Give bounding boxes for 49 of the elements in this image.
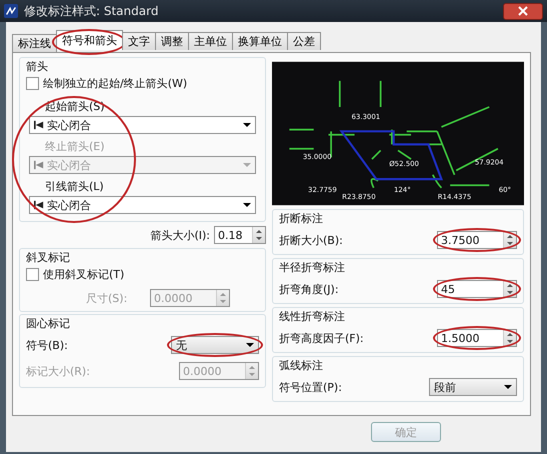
tab[interactable]: 公差: [287, 32, 321, 50]
tab[interactable]: 换算单位: [232, 32, 288, 50]
spinner-field[interactable]: 3.7500: [437, 231, 517, 249]
field-label: 引线箭头(L): [44, 179, 105, 194]
group-title: 箭头: [26, 59, 49, 74]
field-label: 终止箭头(E): [44, 139, 106, 154]
spinner-field[interactable]: 1.5000: [437, 329, 517, 347]
field-label: 折弯角度(J):: [279, 282, 339, 296]
caret-icon: [246, 343, 254, 347]
group-title: 半径折弯标注: [279, 260, 346, 275]
field-label: 符号位置(P):: [279, 380, 342, 394]
tab[interactable]: 主单位: [188, 32, 233, 50]
arrowhead-icon: [34, 200, 44, 210]
caret-icon: [504, 385, 512, 389]
checkbox[interactable]: [26, 268, 39, 281]
field-label: 标记大小(R):: [26, 364, 90, 378]
spin-arrows-icon[interactable]: [252, 227, 265, 243]
close-icon: [518, 6, 528, 16]
close-button[interactable]: [503, 2, 543, 20]
checkbox-label: 使用斜叉标记(T): [43, 267, 124, 282]
arrow-dropdown[interactable]: 实心闭合: [29, 116, 256, 134]
app-icon: [4, 4, 18, 18]
caret-icon: [243, 123, 251, 127]
spinner-field[interactable]: 45: [437, 280, 517, 298]
spinner-field[interactable]: 0.18: [214, 226, 266, 244]
arrowhead-icon: [34, 160, 44, 170]
position-dropdown[interactable]: 段前: [429, 378, 517, 396]
tab[interactable]: 调整: [155, 32, 189, 50]
symbol-dropdown[interactable]: 无: [171, 336, 259, 354]
checkbox-label: 绘制独立的起始/终止箭头(W): [43, 76, 188, 91]
caret-icon: [243, 203, 251, 207]
group-title: 线性折弯标注: [279, 309, 346, 324]
tab[interactable]: 标注线: [12, 34, 57, 52]
group-title: 圆心标记: [26, 316, 71, 331]
group-title: 斜叉标记: [26, 250, 71, 265]
arrowhead-icon: [34, 120, 44, 130]
group-title: 弧线标注: [279, 358, 324, 373]
window-title: 修改标注样式: Standard: [24, 2, 160, 20]
field-label: 折弯高度因子(F):: [279, 330, 364, 346]
caret-icon: [243, 163, 251, 167]
field-label: 符号(B):: [26, 338, 68, 352]
field-label: 折断大小(B):: [279, 232, 343, 248]
field-label: 箭头大小(I):: [150, 228, 210, 242]
checkbox[interactable]: [26, 77, 39, 90]
tab[interactable]: 符号和箭头: [56, 30, 123, 50]
arrow-dropdown[interactable]: 实心闭合: [29, 196, 256, 214]
group-title: 折断标注: [279, 211, 324, 226]
tab[interactable]: 文字: [122, 32, 156, 50]
field-label: 尺寸(S):: [86, 290, 128, 306]
